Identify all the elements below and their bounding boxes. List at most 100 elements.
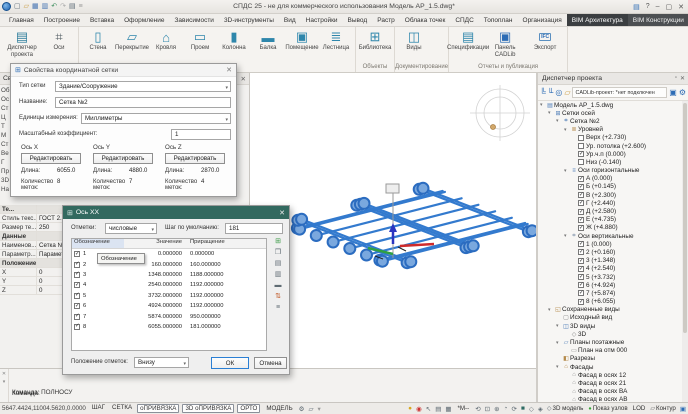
menu-tab[interactable]: СПДС (450, 14, 478, 26)
menu-tab[interactable]: Главная (4, 14, 39, 26)
tree-item[interactable]: План на отм 000 (538, 347, 682, 355)
table-row[interactable]: 4 2540.000000 1192.000000 (72, 280, 266, 290)
grid-wireframe[interactable] (303, 190, 528, 260)
axes-tool-icon[interactable]: ╙ (548, 88, 554, 97)
tree-item[interactable]: Верх (+2.730) (538, 134, 682, 142)
tree-item-checkbox[interactable] (578, 217, 584, 223)
tree-item[interactable]: В (+2.300) (538, 191, 682, 199)
tree-item[interactable]: Разрезы (538, 355, 682, 363)
tree-item[interactable]: Уровней (538, 126, 682, 134)
ribbon-item[interactable]: Проем (183, 28, 217, 52)
tree-item-checkbox[interactable] (578, 249, 584, 255)
tree-item-checkbox[interactable] (578, 225, 584, 231)
dialog-close-icon[interactable]: ✕ (279, 209, 285, 217)
copy-icon[interactable]: ❒ (275, 249, 281, 257)
list-icon[interactable]: ▤ (435, 405, 441, 413)
ribbon-item[interactable]: Лестница (319, 28, 353, 52)
command-prompt[interactable]: Команда: (12, 390, 40, 397)
table-header-row[interactable]: Обозначение Значение Приращение (72, 239, 266, 249)
tree-item-checkbox[interactable] (578, 209, 584, 215)
row-checkbox[interactable] (74, 324, 80, 330)
line-icon[interactable]: ▬ (275, 282, 282, 290)
qat-menu-icon[interactable]: ≡ (79, 2, 83, 11)
status-toggle-button[interactable]: 3D оПРИВЯЗКА (182, 404, 234, 413)
row-checkbox[interactable] (74, 314, 80, 320)
tree-item[interactable]: 1 (0.000) (538, 240, 682, 248)
cancel-button[interactable]: Отмена (254, 357, 287, 369)
table-up-icon[interactable]: ▤ (275, 260, 282, 268)
ribbon-item[interactable]: Оси (42, 28, 76, 52)
workspace-gear-icon[interactable]: ⚙ (299, 405, 305, 413)
command-close-icon[interactable]: ✕ (2, 371, 6, 377)
zoom-window-icon[interactable]: ⊡ (485, 405, 490, 413)
menu-tab[interactable]: Облака точек (400, 14, 451, 26)
tree-item[interactable]: А (0.000) (538, 175, 682, 183)
help-button[interactable]: ? (646, 3, 650, 10)
table-row[interactable]: 3 1348.000000 1188.000000 (72, 270, 266, 280)
levels-tool-icon[interactable]: ╚ (540, 88, 546, 97)
tree-item[interactable]: Фасад в осях ВА (538, 388, 682, 396)
tree-item[interactable]: 3D виды (538, 322, 682, 330)
table-row[interactable]: 7 5874.000000 950.000000 (72, 311, 266, 321)
ribbon-item[interactable]: Стена (81, 28, 115, 52)
pan-icon[interactable]: ◔ (504, 405, 508, 412)
panel-close-icon[interactable]: ✕ (680, 75, 685, 82)
tree-item-checkbox[interactable] (578, 299, 584, 305)
axis-edit-button[interactable]: Редактировать (93, 153, 153, 164)
table-row[interactable]: 5 3732.000000 1192.000000 (72, 291, 266, 301)
step-input[interactable]: 181 (225, 223, 283, 234)
status-mode-button[interactable]: 3D модель (547, 405, 584, 412)
tree-scrollbar-thumb[interactable] (683, 103, 687, 333)
status-mode-button[interactable]: Контур (650, 405, 675, 412)
row-checkbox[interactable] (74, 272, 80, 278)
status-mode-button[interactable]: LOD (633, 405, 646, 412)
drawing-canvas[interactable] (250, 73, 536, 402)
regen-icon[interactable]: ⟳ (511, 405, 516, 413)
tree-item[interactable]: Оси горизонтальные (538, 167, 682, 175)
tree-item[interactable]: Ж (+4.880) (538, 224, 682, 232)
tree-item[interactable]: Оси вертикальные (538, 232, 682, 240)
minimize-button[interactable]: – (656, 3, 660, 10)
table-down-icon[interactable]: ▥ (275, 271, 282, 279)
menu-tab[interactable]: Оформление (119, 14, 169, 26)
list-icon[interactable]: ≡ (276, 304, 280, 312)
ribbon-item[interactable]: Колонна (217, 28, 251, 52)
tree-item[interactable]: Д (+2.580) (538, 207, 682, 215)
tree-item[interactable]: Г (+2.440) (538, 199, 682, 207)
add-mark-icon[interactable]: ⊞ (275, 238, 281, 246)
menu-tab[interactable]: Настройки (301, 14, 343, 26)
row-checkbox[interactable] (74, 251, 80, 257)
status-toggle-button[interactable]: ШАГ (90, 404, 107, 413)
viewport-icon[interactable]: ■ (521, 405, 525, 412)
tree-item-checkbox[interactable] (578, 200, 584, 206)
grid-type-select[interactable]: Здание/Сооружение (55, 81, 231, 92)
status-toggle-button[interactable]: СЕТКА (110, 404, 134, 413)
save-icon[interactable]: ▦ (32, 2, 39, 11)
tree-item[interactable]: Модель АР_1.5.dwg (538, 101, 682, 109)
tree-item-checkbox[interactable] (578, 266, 584, 272)
tree-item[interactable]: Е (+4.735) (538, 216, 682, 224)
ribbon-item[interactable]: Спецификации (451, 28, 485, 52)
grid-scale-input[interactable]: 1 (171, 129, 231, 140)
tree-item[interactable]: 3D (538, 330, 682, 338)
col-value[interactable]: Значение (124, 239, 186, 248)
save-all-icon[interactable]: ▥ (42, 2, 49, 11)
lighting-icon[interactable]: ● (408, 405, 412, 412)
maximize-button[interactable]: ▢ (666, 3, 673, 11)
tree-item[interactable]: Ур. потолка (+2.600) (538, 142, 682, 150)
zoom-extents-icon[interactable]: ⊕ (494, 405, 499, 413)
menu-tab[interactable]: Построение (39, 14, 85, 26)
menu-tab[interactable]: BIM Архитектура (567, 14, 628, 26)
popup-chevron-icon[interactable]: ▾ (317, 405, 320, 413)
tree-item-checkbox[interactable] (578, 241, 584, 247)
tree-item-checkbox[interactable] (578, 143, 584, 149)
dialog-close-icon[interactable]: ✕ (226, 66, 232, 74)
row-checkbox[interactable] (74, 303, 80, 309)
tree-item[interactable]: 2 (+0.160) (538, 248, 682, 256)
undo-icon[interactable]: ↶ (51, 2, 57, 11)
status-mode-button[interactable]: Показ узлов (588, 405, 627, 412)
session-icon[interactable]: ▤ (633, 3, 640, 11)
tree-item-checkbox[interactable] (578, 192, 584, 198)
tree-item[interactable]: Б (+0.145) (538, 183, 682, 191)
ribbon-item[interactable]: Кровля (149, 28, 183, 52)
